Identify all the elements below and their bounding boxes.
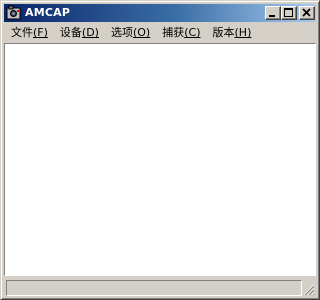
menu-capture[interactable]: 捕获(C) bbox=[157, 23, 205, 42]
camera-app-icon[interactable] bbox=[6, 5, 22, 21]
status-bar bbox=[4, 278, 316, 297]
close-button[interactable] bbox=[299, 6, 315, 20]
menu-device-key: (D) bbox=[81, 26, 99, 39]
menu-device[interactable]: 设备(D) bbox=[55, 23, 104, 42]
maximize-icon bbox=[284, 8, 293, 17]
menu-file[interactable]: 文件(F) bbox=[6, 23, 53, 42]
menu-options[interactable]: 选项(O) bbox=[106, 23, 155, 42]
menu-version-key: (H) bbox=[234, 26, 252, 39]
close-icon bbox=[302, 8, 311, 17]
maximize-button[interactable] bbox=[281, 6, 297, 20]
menu-capture-key: (C) bbox=[184, 26, 201, 39]
menu-capture-label: 捕获 bbox=[162, 26, 185, 39]
menu-version[interactable]: 版本(H) bbox=[208, 23, 257, 42]
status-panel bbox=[6, 280, 302, 296]
menu-version-label: 版本 bbox=[212, 26, 235, 39]
menu-options-label: 选项 bbox=[110, 26, 133, 39]
menu-bar: 文件(F) 设备(D) 选项(O) 捕获(C) 版本(H) bbox=[4, 23, 316, 42]
menu-file-label: 文件 bbox=[11, 26, 33, 39]
preview-area[interactable] bbox=[4, 43, 316, 276]
window-title: AMCAP bbox=[25, 6, 71, 19]
amcap-window: AMCAP 文件(F) 设备(D) 选项(O) 捕获(C) 版本(H) bbox=[0, 0, 320, 300]
menu-options-key: (O) bbox=[132, 26, 151, 39]
minimize-button[interactable] bbox=[265, 6, 281, 20]
title-bar[interactable]: AMCAP bbox=[4, 4, 316, 22]
minimize-icon bbox=[269, 15, 275, 17]
size-grip-icon[interactable] bbox=[303, 284, 315, 296]
menu-device-label: 设备 bbox=[59, 26, 82, 39]
menu-file-key: (F) bbox=[33, 26, 48, 39]
